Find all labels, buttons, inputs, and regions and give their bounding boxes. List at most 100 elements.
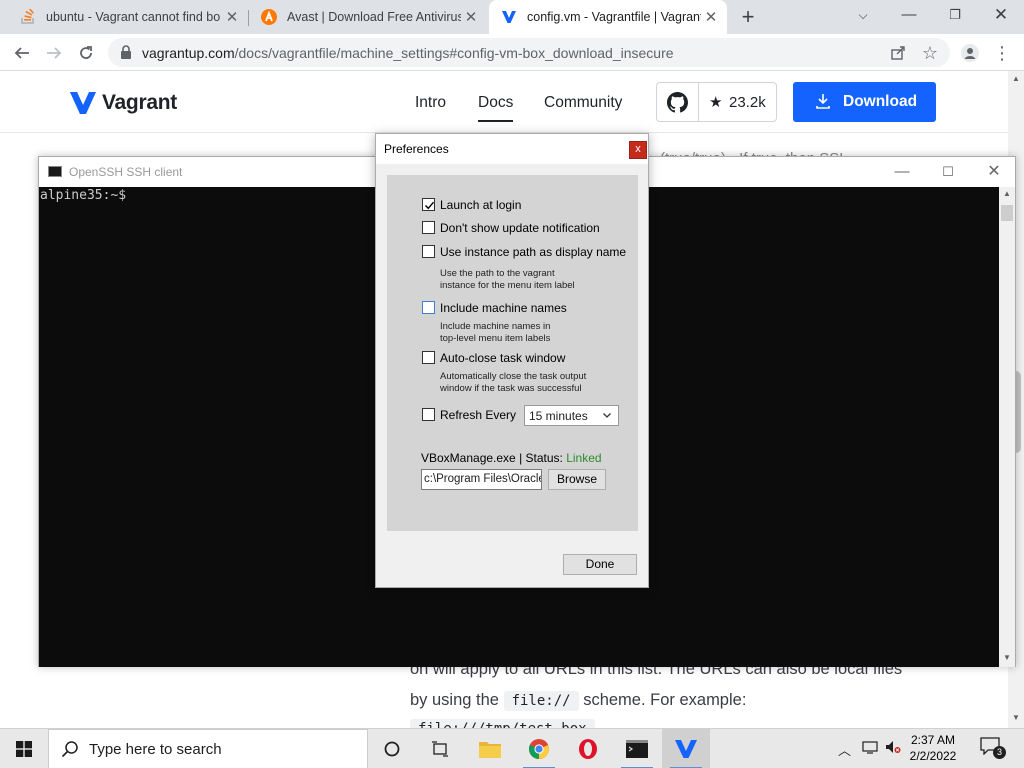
download-button[interactable]: Download [793,82,936,122]
tab-title: Avast | Download Free Antivirus [287,10,461,24]
inline-code: file:// [503,691,579,711]
path-value: c:\Program Files\Oracle\ [424,473,542,485]
github-stars-widget[interactable]: ★ 23.2k [656,82,777,122]
share-icon[interactable] [885,40,911,66]
vboxmanage-path-input[interactable]: c:\Program Files\Oracle\ [421,469,542,490]
launch-at-login-checkbox[interactable] [422,198,435,211]
status-label: VBoxManage.exe | Status: [421,451,563,465]
task-view-button[interactable] [416,729,464,768]
status-value: Linked [566,451,602,465]
tab-title: config.vm - Vagrantfile | Vagrant [527,10,701,24]
scroll-down-arrow-icon[interactable]: ▼ [999,653,1015,662]
tab-close-icon[interactable]: ✕ [701,8,721,26]
option-hint: Automatically close the task output wind… [440,371,587,394]
stackoverflow-icon [20,9,36,25]
option-hint: Include machine names in top-level menu … [440,321,551,344]
bookmark-star-icon[interactable]: ☆ [917,40,943,66]
download-icon [816,94,830,109]
tab-stackoverflow[interactable]: ubuntu - Vagrant cannot find bo ✕ [8,0,248,34]
checkbox-label: Don't show update notification [440,221,600,235]
dialog-title-bar[interactable]: Preferences x [376,134,648,164]
scroll-up-arrow-icon[interactable]: ▲ [1008,74,1024,83]
dialog-title: Preferences [384,142,449,156]
console-app-icon [48,166,62,177]
console-minimize-button[interactable]: — [879,161,925,183]
notification-center-button[interactable]: 3 [980,737,1008,761]
dialog-close-button[interactable]: x [629,141,647,159]
forward-button[interactable] [41,40,67,66]
option-hint: Use the path to the vagrant instance for… [440,268,575,291]
github-icon [667,92,688,113]
tab-close-icon[interactable]: ✕ [222,8,242,26]
cortana-button[interactable] [368,729,416,768]
checkbox-label: Use instance path as display name [440,245,627,259]
refresh-interval-select[interactable]: 15 minutes [524,405,619,426]
use-instance-path-checkbox[interactable] [422,245,435,258]
network-icon[interactable] [862,740,878,757]
start-button[interactable] [0,729,48,768]
tab-close-icon[interactable]: ✕ [461,8,481,26]
taskbar-terminal[interactable] [613,729,661,768]
scroll-down-arrow-icon[interactable]: ▼ [1008,713,1024,722]
preferences-dialog: Preferences x Launch at login Don't show… [375,133,649,588]
tab-search-chevron-icon[interactable]: ⌵ [840,4,886,26]
console-scrollbar-thumb[interactable] [1001,205,1013,221]
taskbar-search[interactable]: Type here to search [48,729,368,768]
console-maximize-button[interactable]: ☐ [925,161,971,183]
new-tab-button[interactable]: + [738,5,758,29]
system-clock[interactable]: 2:37 AM 2/2/2022 [904,732,962,764]
close-window-button[interactable]: ✕ [978,4,1024,26]
address-bar[interactable]: vagrantup.com/docs/vagrantfile/machine_s… [108,38,950,67]
taskbar-file-explorer[interactable] [466,729,514,768]
doc-text: by using the [410,691,499,709]
tab-vagrant[interactable]: config.vm - Vagrantfile | Vagrant ✕ [489,0,727,34]
refresh-interval-value: 15 minutes [529,409,588,423]
console-scrollbar[interactable]: ▲ ▼ [999,187,1015,667]
url-path: /docs/vagrantfile/machine_settings#confi… [234,45,674,61]
checkbox-label: Include machine names [440,301,567,315]
auto-close-task-checkbox[interactable] [422,351,435,364]
opera-icon [579,739,597,759]
minimize-button[interactable]: — [886,4,932,26]
taskbar-opera[interactable] [564,729,612,768]
reload-button[interactable] [73,40,99,66]
preferences-panel: Launch at login Don't show update notifi… [387,175,638,531]
console-close-button[interactable]: ✕ [971,161,1017,183]
clock-time: 2:37 AM [910,733,956,747]
vagrant-logo[interactable]: Vagrant [70,90,177,116]
chrome-icon [528,739,550,760]
browser-menu-icon[interactable]: ⋮ [989,40,1015,66]
browser-tab-strip: ubuntu - Vagrant cannot find bo ✕ Avast … [0,0,1024,34]
shell-prompt: alpine35:~$ [40,188,127,203]
search-placeholder: Type here to search [89,741,222,758]
taskbar-chrome[interactable] [515,729,563,768]
profile-avatar[interactable] [957,40,983,66]
nav-docs[interactable]: Docs [478,94,514,122]
doc-paragraph-line: by using the file:// scheme. For example… [410,691,747,711]
search-icon [61,741,78,758]
url-host: vagrantup.com [142,45,235,61]
taskbar-vagrant-manager[interactable] [662,729,710,768]
dont-show-update-checkbox[interactable] [422,221,435,234]
tab-title: ubuntu - Vagrant cannot find bo [46,10,221,24]
cortana-circle-icon [384,741,400,757]
nav-intro[interactable]: Intro [415,94,446,112]
github-star-count: 23.2k [729,94,766,111]
checkmark-icon [425,201,435,210]
inline-code: file:///tmp/test.box [410,719,595,728]
refresh-every-checkbox[interactable] [422,408,435,421]
tab-avast[interactable]: Avast | Download Free Antivirus ✕ [249,0,487,34]
back-button[interactable] [9,40,35,66]
doc-text: scheme. For example: [583,691,747,709]
browse-button[interactable]: Browse [548,469,606,490]
restore-button[interactable]: ❐ [932,4,978,26]
divider [698,83,699,121]
include-machine-names-checkbox[interactable] [422,301,435,314]
volume-muted-icon[interactable] [885,740,901,757]
nav-community[interactable]: Community [544,94,622,112]
done-button[interactable]: Done [563,554,637,575]
vboxmanage-status: VBoxManage.exe | Status: Linked [421,451,602,465]
windows-logo-icon [16,741,32,757]
tray-chevron-up-icon[interactable]: ︿ [838,740,851,759]
scroll-up-arrow-icon[interactable]: ▲ [999,189,1015,198]
